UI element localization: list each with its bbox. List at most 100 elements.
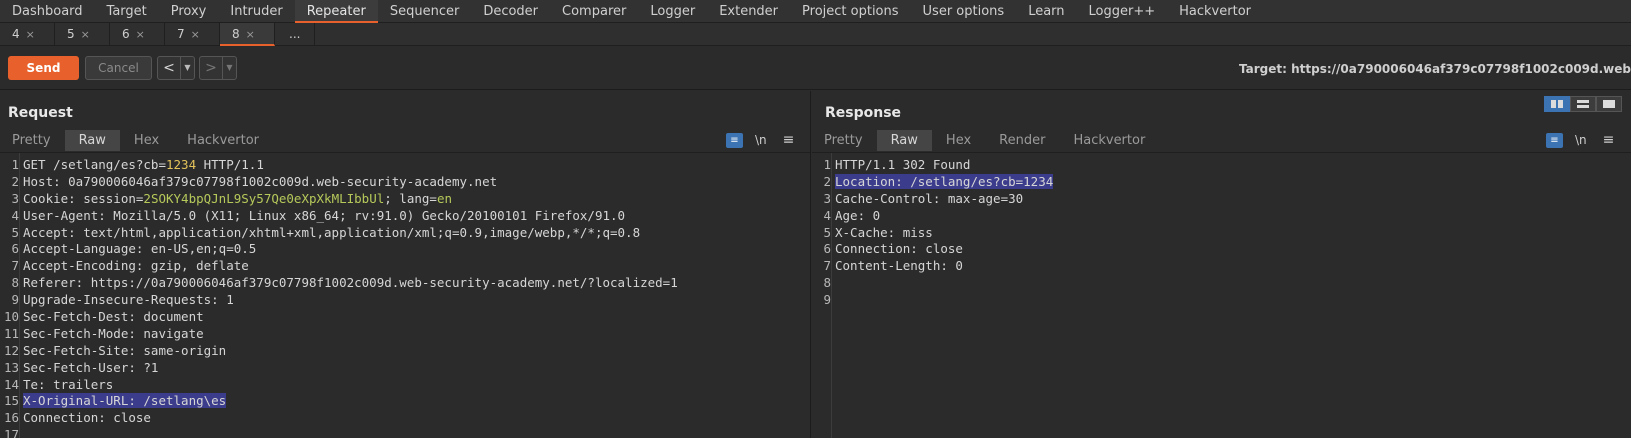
code-line[interactable]: 6 Connection: close: [812, 241, 1631, 258]
code-line[interactable]: 1 GET /setlang/es?cb=1234 HTTP/1.1: [0, 157, 810, 174]
main-tab-comparer[interactable]: Comparer: [550, 0, 638, 23]
repeater-tab-8[interactable]: 8 ×: [220, 23, 275, 46]
code-line[interactable]: 11 Sec-Fetch-Mode: navigate: [0, 326, 810, 343]
code-line[interactable]: 2 Location: /setlang/es?cb=1234: [812, 173, 1631, 191]
main-tab-project-options[interactable]: Project options: [790, 0, 911, 23]
code-text: User-Agent: Mozilla/5.0 (X11; Linux x86_…: [20, 208, 625, 223]
request-title: Request: [8, 105, 73, 121]
main-tab-target[interactable]: Target: [95, 0, 159, 23]
menu-icon[interactable]: ≡: [783, 132, 795, 148]
main-tab-decoder[interactable]: Decoder: [471, 0, 550, 23]
new-tab-button[interactable]: ...: [275, 23, 315, 46]
side-by-side-layout-icon[interactable]: [1544, 96, 1570, 112]
main-tab-dashboard[interactable]: Dashboard: [0, 0, 95, 23]
response-tab-render[interactable]: Render: [985, 130, 1059, 151]
code-line[interactable]: 4 Age: 0: [812, 208, 1631, 225]
history-forward-group[interactable]: > ▼: [199, 56, 237, 80]
code-line[interactable]: 9 Upgrade-Insecure-Requests: 1: [0, 292, 810, 309]
close-icon[interactable]: ×: [26, 28, 35, 41]
show-newlines-toggle[interactable]: \n: [1575, 133, 1587, 147]
request-tab-raw[interactable]: Raw: [64, 130, 120, 151]
code-token: User-Agent: Mozilla/5.0 (X11; Linux x86_…: [23, 207, 626, 223]
request-tab-hackvertor[interactable]: Hackvertor: [173, 130, 273, 151]
code-token: Sec-Fetch-Site: same-origin: [23, 342, 227, 358]
cancel-button[interactable]: Cancel: [85, 56, 152, 80]
menu-icon[interactable]: ≡: [1603, 132, 1615, 148]
code-line[interactable]: 7 Accept-Encoding: gzip, deflate: [0, 258, 810, 275]
main-tab-user-options[interactable]: User options: [911, 0, 1017, 23]
repeater-tab-7[interactable]: 7 ×: [165, 23, 220, 46]
code-token: Connection: close: [23, 410, 151, 426]
line-number: 15: [3, 393, 19, 409]
request-tab-hex[interactable]: Hex: [120, 130, 173, 151]
response-editor[interactable]: 1 HTTP/1.1 302 Found 2 Location: /setlang/e…: [812, 152, 1631, 438]
code-line[interactable]: 14 Te: trailers: [0, 377, 810, 394]
main-tab-logger[interactable]: Logger: [638, 0, 707, 23]
close-icon[interactable]: ×: [191, 28, 200, 41]
code-text: Connection: close: [832, 241, 963, 256]
forward-dropdown-icon[interactable]: ▼: [222, 57, 236, 79]
close-icon[interactable]: ×: [136, 28, 145, 41]
code-line[interactable]: 17: [0, 427, 810, 438]
show-newlines-toggle[interactable]: \n: [755, 133, 767, 147]
code-line[interactable]: 1 HTTP/1.1 302 Found: [812, 157, 1631, 174]
code-line[interactable]: 8 Referer: https://0a790006046af379c07798…: [0, 275, 810, 292]
main-tab-repeater[interactable]: Repeater: [294, 0, 378, 23]
code-line[interactable]: 16 Connection: close: [0, 410, 810, 427]
request-editor[interactable]: 1 GET /setlang/es?cb=1234 HTTP/1.1 2 Host: …: [0, 152, 810, 438]
close-icon[interactable]: ×: [246, 28, 255, 41]
request-tab-pretty[interactable]: Pretty: [0, 130, 65, 151]
code-line[interactable]: 2 Host: 0a790006046af379c07798f1002c009d.…: [0, 174, 810, 191]
code-line[interactable]: 15 X-Original-URL: /setlang\es: [0, 393, 810, 410]
main-tab-extender[interactable]: Extender: [707, 0, 790, 23]
code-line[interactable]: 7 Content-Length: 0: [812, 258, 1631, 275]
stacked-layout-icon[interactable]: [1570, 96, 1596, 112]
code-token: Upgrade-Insecure-Requests: 1: [23, 292, 234, 308]
code-token: Age: 0: [835, 207, 881, 223]
repeater-tab-6[interactable]: 6 ×: [110, 23, 165, 46]
response-tab-hex[interactable]: Hex: [932, 130, 985, 151]
main-tab-sequencer[interactable]: Sequencer: [378, 0, 471, 23]
response-tab-pretty[interactable]: Pretty: [812, 130, 877, 151]
response-tab-hackvertor[interactable]: Hackvertor: [1059, 130, 1159, 151]
wrap-lines-icon[interactable]: ≡: [1546, 132, 1563, 148]
code-line[interactable]: 3 Cache-Control: max-age=30: [812, 191, 1631, 208]
target-label[interactable]: Target: https://0a790006046af379c07798f1…: [1239, 62, 1631, 76]
code-text: HTTP/1.1 302 Found: [832, 157, 970, 172]
wrap-lines-icon[interactable]: ≡: [726, 132, 743, 148]
send-button[interactable]: Send: [8, 56, 79, 80]
main-tab-hackvertor[interactable]: Hackvertor: [1167, 0, 1263, 23]
main-tab-proxy[interactable]: Proxy: [159, 0, 219, 23]
tabbed-layout-icon[interactable]: [1596, 96, 1622, 112]
line-number: 7: [823, 258, 831, 274]
repeater-tab-5[interactable]: 5 ×: [55, 23, 110, 46]
code-line[interactable]: 6 Accept-Language: en-US,en;q=0.5: [0, 241, 810, 258]
code-line[interactable]: 3 Cookie: session=2SOKY4bpQJnL9Sy57Qe0eXp…: [0, 191, 810, 208]
code-line[interactable]: 13 Sec-Fetch-User: ?1: [0, 360, 810, 377]
code-line[interactable]: 12 Sec-Fetch-Site: same-origin: [0, 343, 810, 360]
code-line[interactable]: 5 Accept: text/html,application/xhtml+xml…: [0, 225, 810, 242]
response-tab-raw[interactable]: Raw: [876, 130, 932, 151]
code-token: ; lang=: [384, 190, 437, 206]
layout-toggle-group: [1544, 96, 1622, 112]
code-token: en: [436, 190, 452, 206]
code-token: Accept-Encoding: gzip, deflate: [23, 258, 249, 274]
code-line[interactable]: 8: [812, 275, 1631, 292]
line-number: 4: [823, 207, 831, 223]
forward-arrow-icon[interactable]: >: [200, 57, 222, 79]
main-tab-logger-[interactable]: Logger++: [1077, 0, 1168, 23]
repeater-tab-label: 5: [67, 27, 75, 41]
code-line[interactable]: 10 Sec-Fetch-Dest: document: [0, 309, 810, 326]
back-dropdown-icon[interactable]: ▼: [180, 57, 194, 79]
history-back-group[interactable]: < ▼: [157, 56, 195, 80]
back-arrow-icon[interactable]: <: [158, 57, 180, 79]
code-line[interactable]: 4 User-Agent: Mozilla/5.0 (X11; Linux x86…: [0, 208, 810, 225]
main-tab-intruder[interactable]: Intruder: [218, 0, 294, 23]
code-line[interactable]: 5 X-Cache: miss: [812, 225, 1631, 242]
code-token: X-Cache: miss: [835, 224, 933, 240]
close-icon[interactable]: ×: [81, 28, 90, 41]
repeater-tab-4[interactable]: 4 ×: [0, 23, 55, 46]
code-line[interactable]: 9: [812, 292, 1631, 309]
code-text: Upgrade-Insecure-Requests: 1: [20, 292, 234, 307]
main-tab-learn[interactable]: Learn: [1016, 0, 1076, 23]
